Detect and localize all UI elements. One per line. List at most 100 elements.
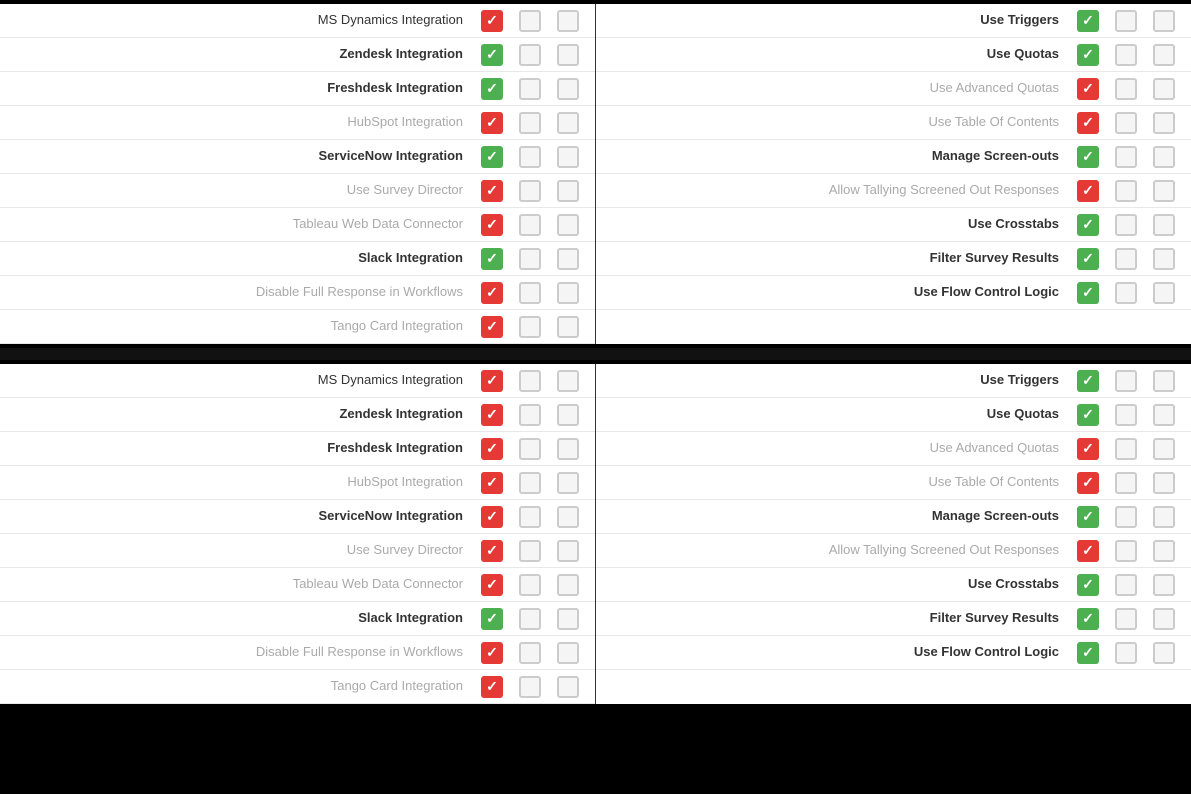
check-col1-3[interactable] <box>1069 112 1107 134</box>
check-col3-3[interactable] <box>549 112 587 134</box>
check-col3-8[interactable] <box>1145 282 1183 304</box>
check-col2-8[interactable] <box>1107 282 1145 304</box>
check-col3-1[interactable] <box>549 44 587 66</box>
check-col3-3[interactable] <box>549 472 587 494</box>
check-col1-0[interactable] <box>1069 10 1107 32</box>
check-col1-3[interactable] <box>1069 472 1107 494</box>
check-col2-7[interactable] <box>511 608 549 630</box>
check-col2-3[interactable] <box>1107 112 1145 134</box>
check-col1-5[interactable] <box>473 540 511 562</box>
check-col2-9[interactable] <box>511 676 549 698</box>
check-col1-6[interactable] <box>473 214 511 236</box>
check-col3-4[interactable] <box>1145 506 1183 528</box>
check-col2-6[interactable] <box>1107 214 1145 236</box>
check-col3-1[interactable] <box>1145 404 1183 426</box>
check-col1-8[interactable] <box>1069 642 1107 664</box>
check-col1-7[interactable] <box>1069 248 1107 270</box>
check-col3-4[interactable] <box>549 506 587 528</box>
check-col2-2[interactable] <box>511 78 549 100</box>
check-col2-6[interactable] <box>1107 574 1145 596</box>
check-col3-8[interactable] <box>1145 642 1183 664</box>
check-col3-6[interactable] <box>549 214 587 236</box>
check-col3-2[interactable] <box>1145 438 1183 460</box>
check-col2-7[interactable] <box>1107 608 1145 630</box>
check-col1-9[interactable] <box>473 316 511 338</box>
check-col1-7[interactable] <box>1069 608 1107 630</box>
check-col2-3[interactable] <box>511 472 549 494</box>
check-col3-2[interactable] <box>1145 78 1183 100</box>
check-col2-8[interactable] <box>1107 642 1145 664</box>
check-col1-1[interactable] <box>473 404 511 426</box>
check-col1-5[interactable] <box>1069 180 1107 202</box>
check-col1-2[interactable] <box>1069 438 1107 460</box>
check-col2-5[interactable] <box>1107 180 1145 202</box>
check-col2-4[interactable] <box>1107 146 1145 168</box>
check-col3-6[interactable] <box>549 574 587 596</box>
check-col2-3[interactable] <box>1107 472 1145 494</box>
check-col1-7[interactable] <box>473 608 511 630</box>
check-col2-8[interactable] <box>511 282 549 304</box>
check-col1-9[interactable] <box>473 676 511 698</box>
check-col2-1[interactable] <box>1107 404 1145 426</box>
check-col1-7[interactable] <box>473 248 511 270</box>
check-col2-2[interactable] <box>1107 438 1145 460</box>
check-col3-7[interactable] <box>1145 248 1183 270</box>
check-col3-9[interactable] <box>549 316 587 338</box>
check-col2-0[interactable] <box>511 370 549 392</box>
check-col3-6[interactable] <box>1145 574 1183 596</box>
check-col2-4[interactable] <box>511 146 549 168</box>
check-col1-3[interactable] <box>473 112 511 134</box>
check-col3-9[interactable] <box>549 676 587 698</box>
check-col2-7[interactable] <box>1107 248 1145 270</box>
check-col1-6[interactable] <box>1069 574 1107 596</box>
check-col3-7[interactable] <box>549 608 587 630</box>
check-col2-1[interactable] <box>511 44 549 66</box>
check-col1-1[interactable] <box>1069 404 1107 426</box>
check-col2-5[interactable] <box>511 540 549 562</box>
check-col1-0[interactable] <box>1069 370 1107 392</box>
check-col1-6[interactable] <box>473 574 511 596</box>
check-col3-0[interactable] <box>1145 370 1183 392</box>
check-col1-2[interactable] <box>1069 78 1107 100</box>
check-col3-0[interactable] <box>549 370 587 392</box>
check-col2-4[interactable] <box>511 506 549 528</box>
check-col3-0[interactable] <box>549 10 587 32</box>
check-col3-8[interactable] <box>549 282 587 304</box>
check-col3-5[interactable] <box>549 540 587 562</box>
check-col3-7[interactable] <box>1145 608 1183 630</box>
check-col2-6[interactable] <box>511 574 549 596</box>
check-col1-5[interactable] <box>473 180 511 202</box>
check-col2-1[interactable] <box>1107 44 1145 66</box>
check-col1-4[interactable] <box>1069 506 1107 528</box>
check-col1-0[interactable] <box>473 370 511 392</box>
check-col3-5[interactable] <box>549 180 587 202</box>
check-col2-8[interactable] <box>511 642 549 664</box>
check-col2-0[interactable] <box>1107 10 1145 32</box>
check-col2-9[interactable] <box>511 316 549 338</box>
check-col2-1[interactable] <box>511 404 549 426</box>
check-col2-3[interactable] <box>511 112 549 134</box>
check-col1-8[interactable] <box>1069 282 1107 304</box>
check-col3-7[interactable] <box>549 248 587 270</box>
check-col1-5[interactable] <box>1069 540 1107 562</box>
check-col1-4[interactable] <box>1069 146 1107 168</box>
check-col3-6[interactable] <box>1145 214 1183 236</box>
check-col2-6[interactable] <box>511 214 549 236</box>
check-col2-5[interactable] <box>1107 540 1145 562</box>
check-col3-3[interactable] <box>1145 112 1183 134</box>
check-col2-4[interactable] <box>1107 506 1145 528</box>
check-col3-4[interactable] <box>1145 146 1183 168</box>
check-col3-5[interactable] <box>1145 540 1183 562</box>
check-col3-1[interactable] <box>1145 44 1183 66</box>
check-col3-3[interactable] <box>1145 472 1183 494</box>
check-col2-2[interactable] <box>511 438 549 460</box>
check-col3-1[interactable] <box>549 404 587 426</box>
check-col1-4[interactable] <box>473 146 511 168</box>
check-col1-4[interactable] <box>473 506 511 528</box>
check-col1-2[interactable] <box>473 78 511 100</box>
check-col3-0[interactable] <box>1145 10 1183 32</box>
check-col1-8[interactable] <box>473 642 511 664</box>
check-col1-0[interactable] <box>473 10 511 32</box>
check-col1-1[interactable] <box>1069 44 1107 66</box>
check-col3-5[interactable] <box>1145 180 1183 202</box>
